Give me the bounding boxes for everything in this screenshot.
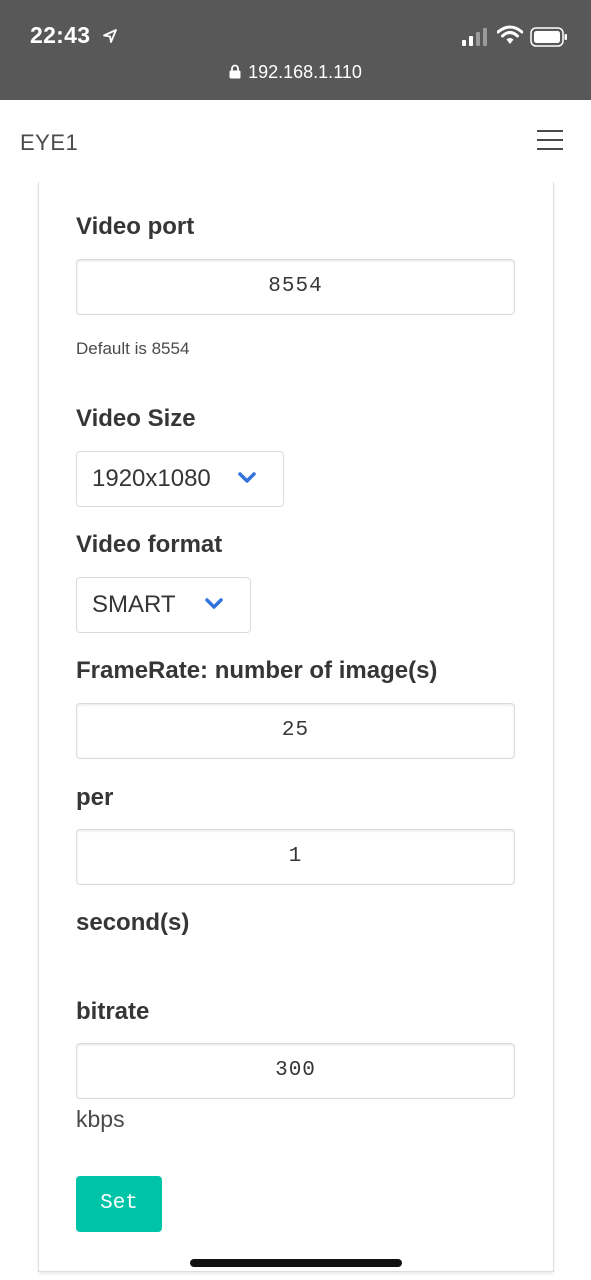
status-bar: 22:43 192.168.1.110 [0, 0, 591, 100]
framerate-input[interactable]: 25 [76, 703, 515, 759]
video-format-label: Video format [76, 531, 223, 558]
video-port-help: Default is 8554 [76, 339, 190, 358]
navbar: EYE1 [0, 100, 591, 182]
per-input[interactable]: 1 [76, 829, 515, 885]
video-size-label: Video Size [76, 405, 196, 432]
seconds-label: second(s) [76, 909, 190, 936]
video-size-value: 1920x1080 [92, 465, 211, 492]
address-bar[interactable]: 192.168.1.110 [0, 62, 591, 83]
wifi-icon [497, 25, 523, 44]
bitrate-label: bitrate [76, 998, 150, 1025]
chevron-down-icon [238, 472, 256, 483]
battery-icon [530, 27, 567, 47]
location-arrow-icon [103, 29, 117, 43]
video-format-select[interactable]: SMART [76, 577, 251, 633]
video-port-label: Video port [76, 213, 195, 240]
set-button[interactable]: Set [76, 1176, 162, 1232]
video-size-select[interactable]: 1920x1080 [76, 451, 284, 507]
brand-title[interactable]: EYE1 [20, 130, 78, 156]
framerate-label: FrameRate: number of image(s) [76, 657, 438, 684]
bitrate-unit: kbps [76, 1106, 125, 1132]
video-port-input[interactable]: 8554 [76, 259, 515, 315]
status-time: 22:43 [30, 22, 91, 48]
signal-icon [462, 28, 487, 46]
home-indicator[interactable] [190, 1259, 402, 1267]
per-label: per [76, 784, 114, 811]
hamburger-menu-icon[interactable] [537, 130, 563, 150]
video-format-value: SMART [92, 591, 176, 618]
lock-icon [229, 64, 241, 79]
bitrate-input[interactable]: 300 [76, 1043, 515, 1099]
address-url: 192.168.1.110 [248, 62, 362, 82]
chevron-down-icon [205, 598, 223, 609]
